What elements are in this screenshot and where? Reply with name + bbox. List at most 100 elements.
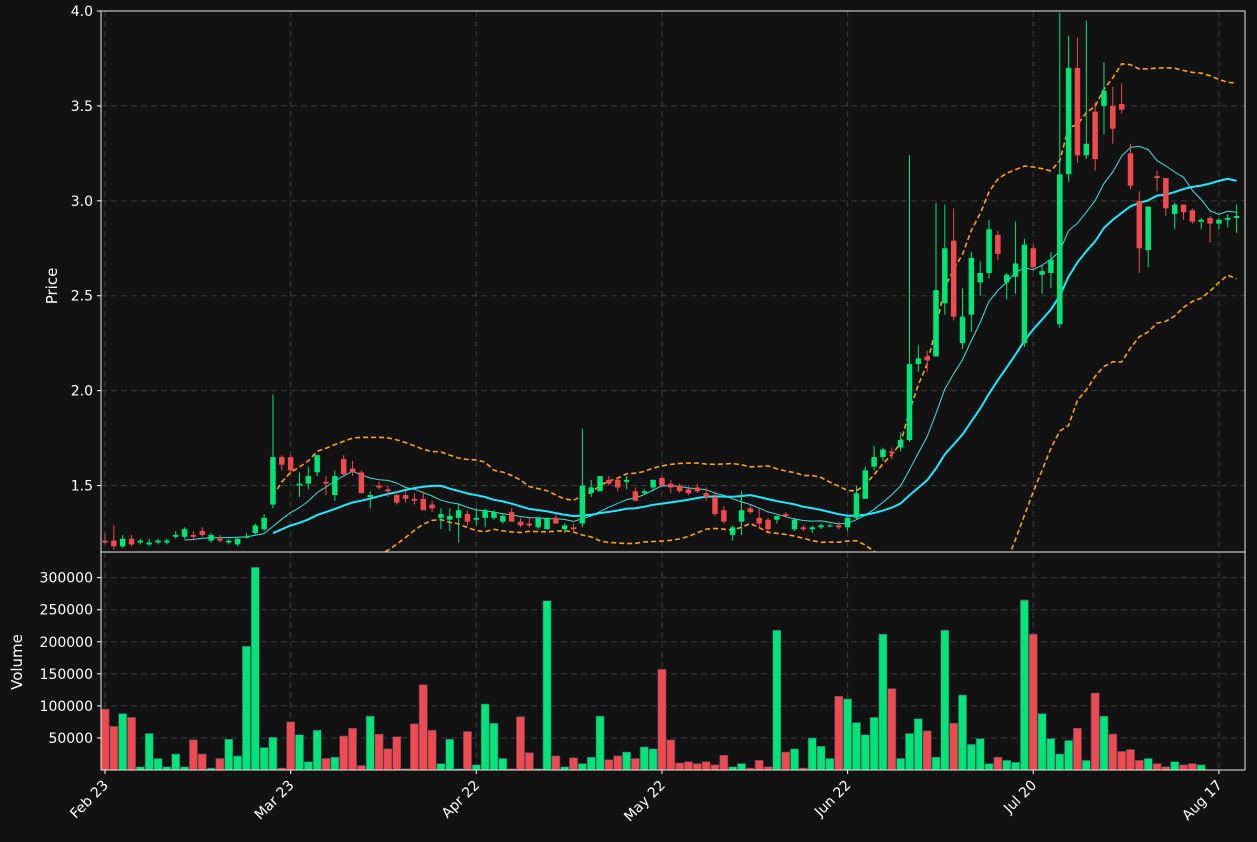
volume-tick-label: 300000 [40,571,93,587]
volume-bar [118,713,128,771]
candle-body [358,472,365,494]
x-tick-label: Apr 22 [439,778,483,822]
candle-body [544,517,550,530]
volume-bar [1152,763,1162,771]
volume-bar [471,764,481,771]
volume-bar [922,730,932,771]
candle-body [164,540,170,543]
volume-bar [737,763,746,771]
candle-body [844,517,851,528]
candle-body [676,485,683,492]
candle-body [367,495,373,497]
volume-bar [675,762,684,771]
volume-bar [100,708,110,771]
candle-body [1065,67,1072,175]
candle-body [871,457,877,467]
volume-bar [480,703,490,771]
volume-bar [542,600,552,771]
volume-bar [321,758,331,771]
volume-bar [463,731,472,771]
price-panel: 1.5 2.0 2.5 3.0 3.5 4.0 Price [43,4,1246,553]
candle-body [915,358,922,365]
volume-bar [692,763,702,771]
volume-bar [189,739,198,771]
candle-body [455,510,462,518]
candle-body [429,504,435,509]
candle-body [1216,219,1222,224]
candle-body [473,517,480,520]
volume-bar [825,758,835,771]
candle-body [491,512,497,518]
volume-bar [498,758,508,771]
volume-bar [975,738,985,771]
candle-body [977,272,983,283]
volume-bar [578,763,587,771]
price-tick-label: 3.5 [71,99,93,115]
candle-body [111,540,117,547]
volume-bar [197,753,207,771]
candle-body [1012,263,1019,277]
candle-body [1101,90,1107,106]
candle-body [1030,248,1036,268]
volume-bar [427,729,437,771]
candle-body [314,455,320,473]
volume-tick-label: 250000 [40,603,93,619]
volume-bar [569,757,578,771]
candle-body [809,527,815,530]
volume-bar [1117,751,1127,771]
candle-body [243,536,250,538]
volume-bar [286,721,296,771]
candle-body [234,538,241,545]
volume-bar [1099,715,1109,771]
volume-bar [613,755,623,771]
volume-bar [250,567,260,771]
candle-body [765,519,771,530]
volume-bar [268,736,278,771]
candle-body [1048,259,1054,273]
volume-tick-label: 50000 [48,731,93,747]
candle-body [924,356,930,361]
volume-bar [392,736,402,771]
volume-bar [1108,733,1118,771]
volume-bar [586,756,596,771]
volume-bar [958,694,967,771]
volume-bar [330,756,340,771]
volume-bar [312,729,322,771]
candle-body [1163,178,1169,209]
candle-body [1039,271,1045,275]
volume-bar [242,645,251,771]
volume-bar [339,735,349,771]
candle-body [172,534,179,537]
candle-body [668,483,674,488]
volume-bar [436,763,446,771]
price-tick-label: 1.5 [71,479,93,495]
candle-body [340,458,347,475]
candle-body [190,534,197,537]
candle-body [933,290,939,357]
candle-body [482,510,488,518]
volume-bar [1046,738,1056,771]
volume-bar [127,717,136,771]
volume-bar [622,751,631,771]
candle-body [1057,174,1063,325]
candle-body [632,491,639,501]
candle-body [995,234,1001,254]
candle-body [1171,204,1178,215]
candle-body [287,457,294,471]
volume-bar [754,760,764,771]
volume-bar [1064,740,1073,771]
candle-body [986,229,992,273]
candle-body [729,527,736,535]
volume-bar [348,728,357,771]
x-tick-label: May 22 [621,778,669,826]
volume-bar [719,754,729,771]
volume-bar [949,722,959,771]
candle-body [853,493,860,518]
candle-body [385,489,391,492]
x-tick-label: Aug 17 [1179,778,1225,824]
candle-body [1198,219,1204,222]
candle-body [827,525,833,527]
volume-bar [1073,728,1082,771]
candle-body [535,517,541,528]
volume-bar [1196,764,1206,771]
